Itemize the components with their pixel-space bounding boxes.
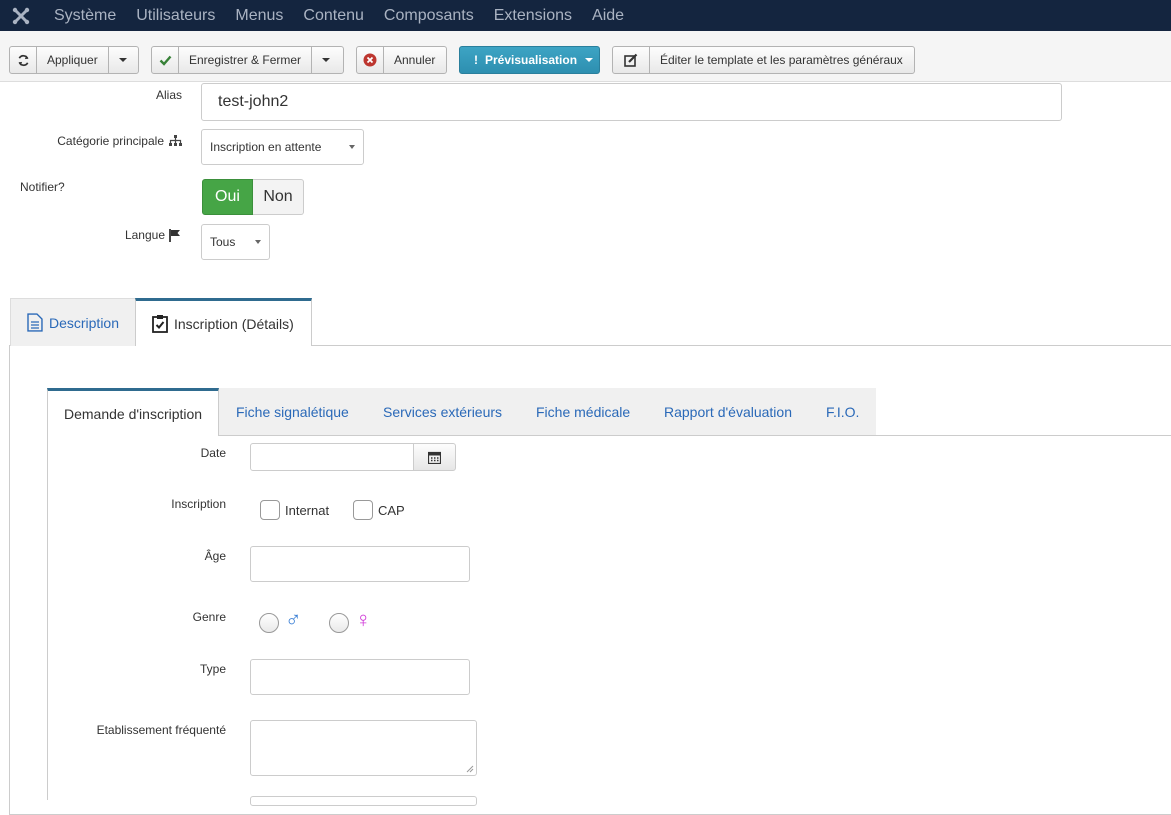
tab-inscription-details[interactable]: Inscription (Détails) [135, 298, 312, 346]
alias-input[interactable]: test-john2 [201, 83, 1062, 121]
cancel-button-label: Annuler [394, 53, 436, 67]
age-input[interactable] [250, 546, 470, 582]
nav-item-utilisateurs[interactable]: Utilisateurs [126, 0, 225, 31]
subtab-fio[interactable]: F.I.O. [826, 388, 859, 436]
calendar-icon [428, 451, 441, 464]
male-icon: ♂ [285, 607, 302, 632]
subtab-fiche-medicale[interactable]: Fiche médicale [536, 388, 630, 436]
calendar-button[interactable] [413, 443, 456, 471]
next-textarea[interactable] [250, 796, 477, 806]
notify-no-button[interactable]: Non [253, 179, 304, 215]
toolbar: Appliquer Enregistrer & Fermer Annuler !… [0, 31, 1171, 82]
date-input[interactable] [250, 443, 415, 471]
preview-button[interactable]: ! Prévisualisation [459, 46, 600, 74]
document-icon [27, 313, 43, 332]
nav-item-aide[interactable]: Aide [582, 0, 634, 31]
chevron-down-icon [349, 145, 355, 149]
language-label: Langue [100, 228, 182, 242]
edit-icon [613, 47, 650, 73]
date-label: Date [200, 446, 226, 460]
sub-panel-border [47, 435, 48, 800]
etablissement-label: Etablissement fréquenté [96, 723, 226, 737]
cap-label: CAP [378, 503, 405, 518]
save-dropdown-toggle[interactable] [311, 47, 340, 73]
sitemap-icon [169, 135, 182, 146]
type-label: Type [199, 662, 226, 676]
inscription-label: Inscription [171, 497, 226, 511]
clipboard-check-icon [152, 315, 168, 333]
edit-template-button[interactable]: Éditer le template et les paramètres gén… [612, 46, 915, 74]
chevron-down-icon [322, 58, 331, 62]
top-nav: Système Utilisateurs Menus Contenu Compo… [0, 0, 1171, 31]
category-label: Catégorie principale [30, 134, 182, 148]
chevron-down-icon [118, 58, 127, 62]
nav-item-extensions[interactable]: Extensions [484, 0, 582, 31]
save-close-button-group: Enregistrer & Fermer [151, 46, 344, 74]
alias-label: Alias [155, 88, 182, 102]
subtab-services-exterieurs[interactable]: Services extérieurs [383, 388, 502, 436]
exclamation-icon: ! [474, 53, 478, 67]
nav-item-contenu[interactable]: Contenu [293, 0, 374, 31]
genre-male-radio[interactable] [259, 613, 279, 633]
check-icon[interactable] [152, 47, 179, 73]
genre-label: Genre [192, 610, 226, 624]
subtab-fiche-signaletique[interactable]: Fiche signalétique [236, 388, 349, 436]
cancel-button[interactable]: Annuler [356, 46, 447, 74]
etablissement-textarea[interactable] [250, 720, 477, 776]
genre-female-radio[interactable] [329, 613, 349, 633]
nav-item-composants[interactable]: Composants [374, 0, 484, 31]
internat-checkbox[interactable] [260, 500, 280, 520]
notify-label: Notifier? [20, 180, 65, 194]
notify-toggle: Oui Non [202, 179, 304, 215]
chevron-down-icon [585, 47, 604, 73]
cancel-icon [357, 47, 384, 73]
female-icon: ♀ [355, 607, 372, 632]
apply-button[interactable]: Appliquer [37, 47, 108, 73]
flag-icon [169, 228, 180, 242]
subtab-rapport-evaluation[interactable]: Rapport d'évaluation [664, 388, 792, 436]
notify-yes-button[interactable]: Oui [202, 179, 253, 215]
age-label: Âge [204, 549, 226, 563]
tab-description[interactable]: Description [10, 298, 136, 346]
subtab-demande-inscription[interactable]: Demande d'inscription [47, 388, 219, 436]
type-input[interactable] [250, 659, 470, 695]
joomla-logo-icon[interactable] [0, 0, 42, 31]
internat-label: Internat [285, 503, 330, 518]
nav-item-systeme[interactable]: Système [42, 0, 126, 31]
apply-button-group: Appliquer [9, 46, 139, 74]
resize-handle-icon[interactable] [466, 765, 474, 773]
chevron-down-icon [255, 240, 261, 244]
language-select[interactable]: Tous [201, 224, 270, 260]
category-select[interactable]: Inscription en attente [201, 129, 364, 165]
preview-button-label: ! Prévisualisation [474, 53, 578, 67]
cap-checkbox[interactable] [353, 500, 373, 520]
save-close-button[interactable]: Enregistrer & Fermer [179, 47, 311, 73]
refresh-icon[interactable] [10, 47, 37, 73]
edit-template-label: Éditer le template et les paramètres gén… [660, 53, 903, 67]
apply-dropdown-toggle[interactable] [107, 47, 137, 73]
nav-item-menus[interactable]: Menus [225, 0, 293, 31]
